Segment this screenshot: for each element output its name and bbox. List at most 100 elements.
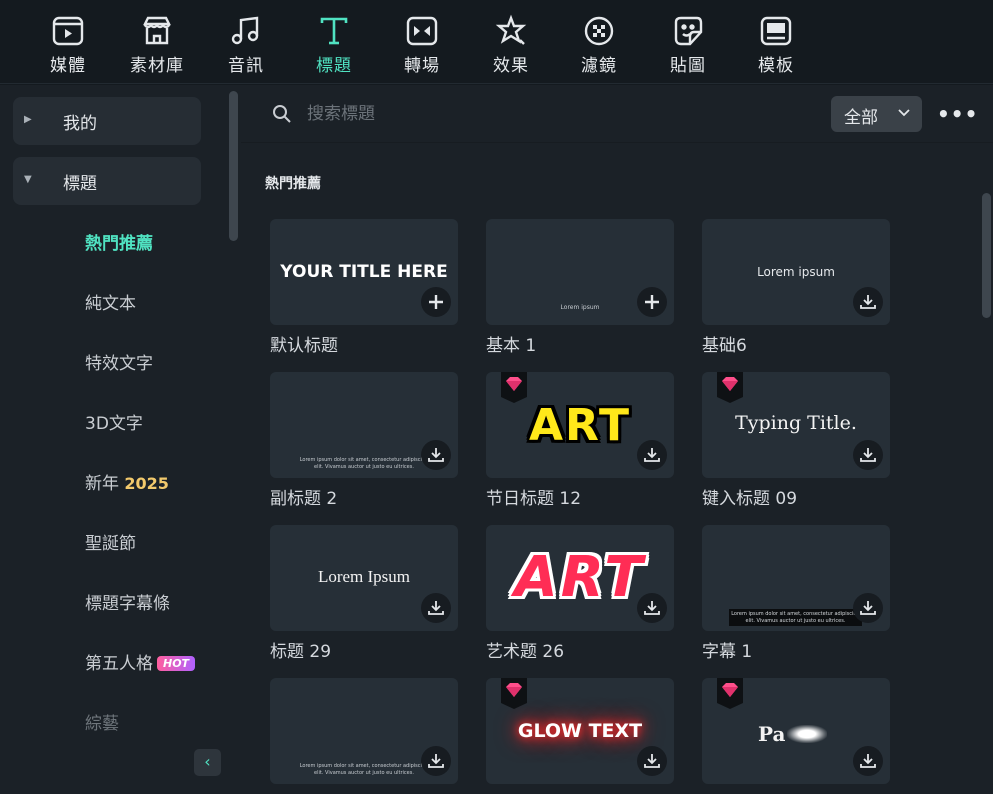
- title-card[interactable]: GLOW TEXT: [486, 678, 674, 790]
- sidebar-item-label: 特效文字: [85, 354, 153, 374]
- nav-effects-label: 效果: [493, 56, 529, 76]
- sidebar-item-label: 熱門推薦: [85, 234, 153, 254]
- category-filter-dropdown[interactable]: 全部: [831, 96, 922, 132]
- download-button[interactable]: [853, 287, 883, 317]
- title-card[interactable]: Lorem Ipsum 标题 29: [270, 525, 458, 662]
- download-icon: [428, 754, 444, 768]
- download-icon: [860, 448, 876, 462]
- nav-filters[interactable]: 濾鏡: [559, 14, 639, 76]
- title-card[interactable]: Lorem ipsum 基础6: [702, 219, 890, 356]
- sidebar-item-lower-thirds[interactable]: 標題字幕條: [85, 589, 170, 614]
- preview-text: Lorem ipsum dolor sit amet, consectetur …: [299, 457, 429, 470]
- top-toolbar: 媒體 素材庫 音訊 標題 轉場 效果 濾鏡 貼圖 模板: [0, 0, 993, 84]
- preview-text: Lorem ipsum dolor sit amet, consectetur …: [729, 609, 862, 626]
- sidebar-item-identity-v[interactable]: 第五人格 HOT: [85, 649, 196, 674]
- nav-media-label: 媒體: [50, 56, 86, 76]
- effects-icon: [495, 14, 527, 45]
- title-grid: YOUR TITLE HERE 默认标题 Lorem ipsum 基本 1 Lo…: [270, 219, 910, 794]
- sidebar-group-titles[interactable]: ▼ 標題: [13, 157, 201, 205]
- download-button[interactable]: [853, 593, 883, 623]
- card-thumbnail: GLOW TEXT: [486, 678, 674, 784]
- more-dots-icon: •••: [937, 102, 979, 126]
- title-card[interactable]: Lorem ipsum dolor sit amet, consectetur …: [270, 678, 458, 790]
- download-button[interactable]: [853, 440, 883, 470]
- sidebar-item-christmas[interactable]: 聖誕節: [85, 529, 136, 554]
- title-card[interactable]: ART 艺术题 26: [486, 525, 674, 662]
- sidebar-item-new-year[interactable]: 新年 2025: [85, 469, 169, 494]
- sidebar-item-label: 標題字幕條: [85, 594, 170, 614]
- sidebar-item-trending[interactable]: 熱門推薦: [85, 229, 153, 254]
- sidebar-item-label: 第五人格: [85, 654, 153, 674]
- card-thumbnail: Lorem ipsum dolor sit amet, consectetur …: [270, 678, 458, 784]
- download-icon: [428, 601, 444, 615]
- chevron-down-icon: [898, 109, 910, 117]
- add-button[interactable]: [421, 287, 451, 317]
- category-sidebar: ▶ 我的 ▼ 標題 熱門推薦 純文本 特效文字 3D文字 新年 2025 聖誕節…: [0, 85, 241, 794]
- nav-audio-label: 音訊: [228, 56, 264, 76]
- download-button[interactable]: [421, 440, 451, 470]
- card-label: 基本 1: [486, 336, 537, 356]
- preview-text: GLOW TEXT: [517, 720, 643, 742]
- preview-text-value: Pa: [758, 722, 786, 746]
- download-button[interactable]: [853, 746, 883, 776]
- sidebar-item-plain-text[interactable]: 純文本: [85, 289, 136, 314]
- preview-text: Typing Title.: [735, 412, 857, 434]
- title-card[interactable]: Pa: [702, 678, 890, 790]
- transition-icon: [406, 16, 438, 46]
- title-card[interactable]: Typing Title. 键入标题 09: [702, 372, 890, 509]
- nav-stickers[interactable]: 貼圖: [648, 14, 728, 76]
- download-icon: [644, 448, 660, 462]
- nav-filters-label: 濾鏡: [581, 56, 617, 76]
- title-card[interactable]: ART 节日标题 12: [486, 372, 674, 509]
- chevron-left-icon: ‹: [204, 752, 211, 771]
- premium-gem-icon: [501, 372, 527, 403]
- download-icon: [860, 295, 876, 309]
- search-input[interactable]: [307, 99, 787, 129]
- title-card[interactable]: Lorem ipsum 基本 1: [486, 219, 674, 356]
- nav-media[interactable]: 媒體: [28, 14, 108, 76]
- content-scrollbar[interactable]: [982, 193, 991, 318]
- nav-audio[interactable]: 音訊: [206, 14, 286, 76]
- plus-icon: [645, 295, 659, 309]
- download-button[interactable]: [637, 440, 667, 470]
- nav-templates-label: 模板: [758, 56, 794, 76]
- download-button[interactable]: [637, 746, 667, 776]
- sidebar-group-mine[interactable]: ▶ 我的: [13, 97, 201, 145]
- title-card[interactable]: Lorem ipsum dolor sit amet, consectetur …: [270, 372, 458, 509]
- title-card[interactable]: Lorem ipsum dolor sit amet, consectetur …: [702, 525, 890, 662]
- preview-text: Lorem ipsum: [757, 265, 835, 279]
- card-label: 默认标题: [270, 336, 338, 356]
- card-thumbnail: ART: [486, 372, 674, 478]
- card-thumbnail: Lorem ipsum: [702, 219, 890, 325]
- download-button[interactable]: [421, 746, 451, 776]
- nav-templates[interactable]: 模板: [736, 14, 816, 76]
- card-label: 艺术题 26: [486, 642, 565, 662]
- nav-stock-library[interactable]: 素材庫: [117, 14, 197, 76]
- card-label: 字幕 1: [702, 642, 753, 662]
- download-icon: [860, 601, 876, 615]
- sidebar-item-3d-text[interactable]: 3D文字: [85, 409, 143, 434]
- download-button[interactable]: [421, 593, 451, 623]
- preview-text: Pa: [702, 722, 890, 746]
- premium-gem-icon: [717, 372, 743, 403]
- add-button[interactable]: [637, 287, 667, 317]
- card-thumbnail: Lorem Ipsum: [270, 525, 458, 631]
- nav-titles[interactable]: 標題: [294, 14, 374, 76]
- nav-transitions[interactable]: 轉場: [382, 14, 462, 76]
- card-label: 键入标题 09: [702, 489, 798, 509]
- card-thumbnail: Lorem ipsum dolor sit amet, consectetur …: [702, 525, 890, 631]
- sidebar-item-effect-text[interactable]: 特效文字: [85, 349, 153, 374]
- hot-badge: HOT: [157, 656, 196, 671]
- template-icon: [760, 16, 792, 46]
- nav-effects[interactable]: 效果: [471, 14, 551, 76]
- collapse-sidebar-button[interactable]: ‹: [194, 749, 221, 776]
- card-label: 节日标题 12: [486, 489, 582, 509]
- sidebar-scrollbar[interactable]: [229, 91, 238, 241]
- title-card[interactable]: YOUR TITLE HERE 默认标题: [270, 219, 458, 356]
- nav-stickers-label: 貼圖: [670, 56, 706, 76]
- more-options-button[interactable]: •••: [937, 102, 977, 126]
- sidebar-item-label: 新年: [85, 474, 119, 494]
- download-button[interactable]: [637, 593, 667, 623]
- sidebar-item-variety[interactable]: 綜藝: [85, 709, 119, 734]
- plus-icon: [429, 295, 443, 309]
